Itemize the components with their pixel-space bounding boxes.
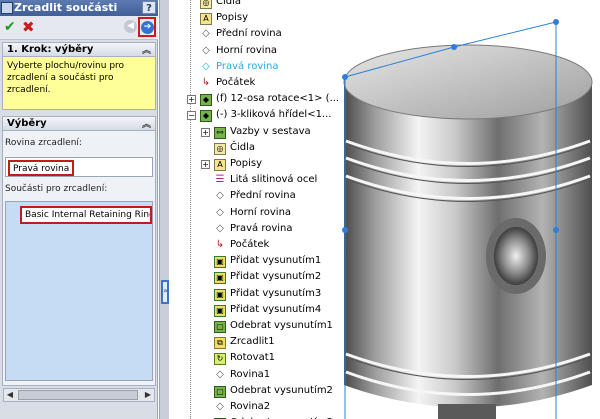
property-manager: Zrcadlit součásti ? ✔ ✖ ◀ ➔ 1. Krok: výb… (0, 0, 158, 419)
tree-item-label: Litá slitinová ocel (230, 174, 318, 186)
collapse-chevron-icon[interactable]: ︽ (142, 117, 151, 130)
annotations-icon: A (200, 13, 212, 26)
plane-icon: ◇ (216, 368, 224, 380)
piston-3d-model[interactable] (340, 0, 600, 419)
ok-button[interactable]: ✔ (4, 19, 16, 35)
tree-item-label: Přidat vysunutím1 (230, 255, 322, 267)
cancel-button[interactable]: ✖ (22, 18, 35, 36)
tree-item-label: Přidat vysunutím4 (230, 303, 322, 315)
property-manager-title-bar: Zrcadlit součásti ? (0, 0, 158, 16)
extrude-icon: ▣ (214, 288, 226, 301)
sensor-icon: ◎ (214, 142, 226, 155)
tree-item-label: Horní rovina (230, 206, 292, 218)
property-manager-toolbar: ✔ ✖ ◀ ➔ (0, 16, 158, 40)
part-icon: ◆ (200, 94, 212, 107)
help-button[interactable]: ? (142, 1, 156, 14)
panel-splitter[interactable]: » (159, 0, 169, 419)
tree-item-label: Odebrat vysunutím2 (230, 384, 333, 396)
property-manager-title: Zrcadlit součásti (14, 1, 118, 14)
tree-item-label: Počátek (230, 239, 270, 250)
expand-icon[interactable]: + (187, 95, 196, 105)
mirror-plane-field[interactable]: Pravá rovina (5, 157, 153, 177)
back-button[interactable]: ◀ (124, 20, 137, 33)
tree-item-label: Pravá rovina (216, 60, 279, 72)
next-arrow-icon: ➔ (141, 21, 154, 34)
tree-item-label: Odebrat vysunutím1 (230, 320, 333, 331)
sensor-icon: ◎ (200, 0, 212, 9)
material-icon: ☰ (215, 174, 225, 186)
mirror-plane-label: Rovina zrcadlení: (5, 138, 82, 148)
step-message: Vyberte plochu/rovinu pro zrcadlení a so… (2, 57, 156, 110)
plane-icon: ◇ (216, 206, 224, 218)
tree-item-label: Přední rovina (216, 28, 282, 40)
next-button[interactable]: ➔ (138, 17, 156, 37)
components-label: Součásti pro zrcadlení: (5, 184, 108, 194)
tree-item-label: Přední rovina (230, 190, 296, 202)
mates-icon: ⚯ (214, 126, 226, 139)
plane-icon: ◇ (202, 60, 210, 72)
expand-icon[interactable]: + (201, 127, 210, 137)
tree-item-label: Počátek (216, 77, 256, 88)
tree-item-label: Rotovat1 (230, 352, 275, 364)
scroll-left-icon[interactable]: ◀ (4, 389, 16, 401)
list-item[interactable]: Basic Internal Retaining Ring_ (20, 206, 152, 224)
tree-item-label: Rovina2 (230, 401, 271, 412)
plane-icon: ◇ (202, 28, 210, 40)
tree-item-label: Rovina1 (230, 368, 271, 380)
graphics-viewport[interactable] (340, 0, 600, 419)
tree-item-label: Horní rovina (216, 44, 278, 56)
expand-panel-handle[interactable]: » (161, 280, 169, 304)
cut-extrude-icon: ▢ (214, 321, 226, 333)
extrude-icon: ▣ (214, 272, 226, 285)
tree-item-label: Vazby v sestava (230, 125, 311, 137)
extrude-icon: ▣ (214, 304, 226, 317)
expand-icon[interactable]: + (201, 160, 210, 169)
tree-item-label: Popisy (230, 158, 263, 169)
mirror-plane-value: Pravá rovina (8, 160, 75, 176)
tree-item-label: Popisy (216, 12, 249, 24)
collapse-chevron-icon[interactable]: ︽ (142, 43, 151, 56)
feature-tree: ◎ Čidla A Popisy ◇ Přední rovina ◇ Horní rovina… (170, 0, 340, 419)
tree-item-label: Čidla (216, 0, 242, 7)
components-to-mirror-list[interactable]: Basic Internal Retaining Ring_ (5, 201, 153, 381)
plane-icon: ◇ (202, 44, 210, 56)
plane-icon: ◇ (216, 401, 224, 412)
mirror-components-icon (1, 2, 13, 14)
expand-arrow-icon: » (163, 286, 168, 295)
mirror-icon: ⧉ (214, 337, 226, 350)
tree-item-label: Zrcadlit1 (230, 336, 275, 348)
tree-guide-line (190, 0, 191, 419)
revolve-icon: ↻ (214, 353, 226, 366)
plane-icon: ◇ (216, 222, 224, 234)
origin-icon: ↳ (201, 77, 211, 88)
selections-section-title: Výběry (7, 118, 47, 129)
part-icon: ◆ (200, 110, 212, 123)
step-section-title: 1. Krok: výběry (7, 44, 94, 55)
tree-item-label: (f) 12-osa rotace<1> (... (216, 93, 340, 105)
scroll-right-icon[interactable]: ▶ (142, 389, 154, 401)
collapse-icon[interactable]: − (187, 111, 196, 121)
annotations-icon: A (214, 159, 226, 171)
tree-item-label: Pravá rovina (230, 222, 293, 234)
tree-item-label: Přidat vysunutím3 (230, 287, 322, 299)
cut-extrude-icon: ▢ (214, 385, 226, 398)
extrude-icon: ▣ (214, 256, 226, 269)
tree-item-label: Přidat vysunutím2 (230, 271, 322, 283)
step-section-header[interactable]: 1. Krok: výběry ︽ (2, 42, 156, 57)
origin-icon: ↳ (215, 239, 225, 250)
tree-item-label: (-) 3-kliková hřídel<1... (216, 109, 332, 121)
tree-item-label: Čidla (230, 141, 256, 153)
plane-icon: ◇ (216, 190, 224, 202)
selections-section-header[interactable]: Výběry ︽ (2, 116, 156, 131)
scrollbar-thumb[interactable] (18, 390, 138, 400)
horizontal-scrollbar[interactable]: ◀ ▶ (3, 388, 155, 402)
